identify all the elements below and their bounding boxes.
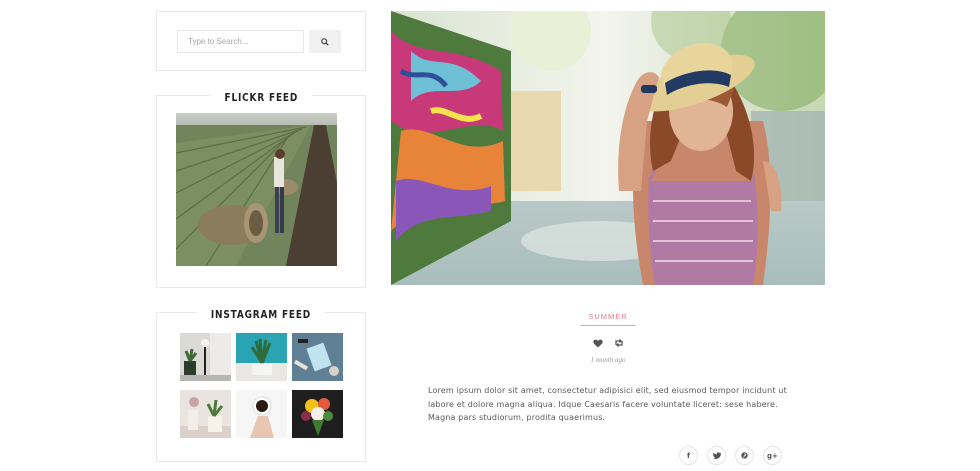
instagram-thumb[interactable]	[292, 333, 343, 381]
flickr-title: FLICKR FEED	[210, 90, 312, 106]
like-button[interactable]	[592, 337, 604, 349]
pinterest-icon	[741, 452, 748, 459]
post-category-link[interactable]: SUMMER	[580, 312, 636, 326]
instagram-thumb[interactable]	[292, 390, 343, 438]
instagram-thumb[interactable]	[236, 333, 287, 381]
instagram-thumb[interactable]	[180, 333, 231, 381]
search-widget	[156, 11, 366, 71]
facebook-icon: f	[686, 451, 691, 460]
instagram-widget: INSTAGRAM FEED	[156, 307, 366, 462]
post-excerpt: Lorem ipsum dolor sit amet, consectetur …	[428, 386, 787, 423]
instagram-title: INSTAGRAM FEED	[197, 307, 325, 323]
flickr-photo[interactable]	[176, 113, 337, 266]
instagram-thumb[interactable]	[236, 390, 287, 438]
share-buttons: f g+	[679, 446, 782, 465]
post-date: 1 month ago	[590, 356, 626, 364]
instagram-grid	[180, 333, 343, 439]
twitter-icon	[712, 452, 721, 459]
instagram-thumb[interactable]	[180, 390, 231, 438]
search-button[interactable]	[309, 30, 341, 53]
post-featured-image[interactable]	[391, 11, 825, 285]
heart-icon	[593, 339, 603, 347]
share-google-plus-button[interactable]: g+	[763, 446, 782, 465]
search-input[interactable]	[177, 30, 304, 53]
share-pinterest-button[interactable]	[735, 446, 754, 465]
search-icon	[321, 37, 329, 46]
post-actions	[592, 337, 625, 349]
flickr-widget: FLICKR FEED	[156, 90, 366, 288]
google-plus-icon: g+	[767, 451, 778, 460]
share-twitter-button[interactable]	[707, 446, 726, 465]
repost-button[interactable]	[613, 337, 625, 349]
share-facebook-button[interactable]: f	[679, 446, 698, 465]
retweet-icon	[615, 339, 623, 347]
